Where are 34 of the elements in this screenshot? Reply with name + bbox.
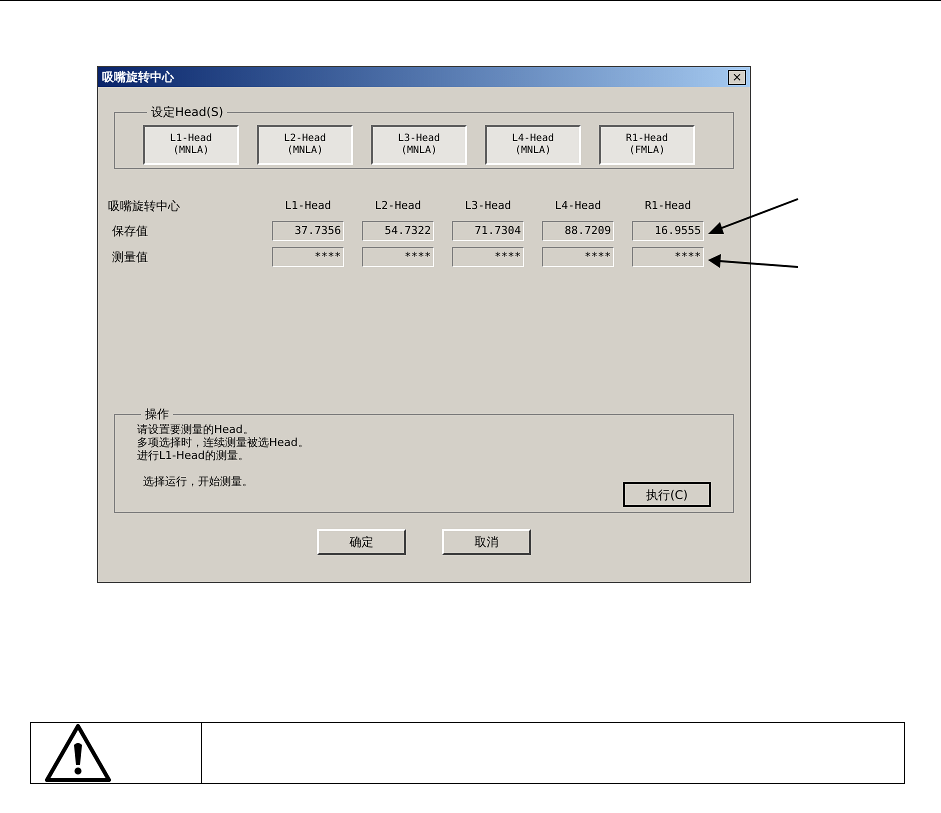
column-header: L1-Head (284, 198, 332, 214)
row-label: 测量值 (111, 249, 149, 266)
instruction-text: 选择运行，开始测量。 (143, 475, 254, 488)
column-header: L3-Head (464, 198, 512, 214)
head-button[interactable]: L3-Head (MNLA) (371, 125, 467, 165)
column-header: R1-Head (644, 198, 692, 214)
group-legend: 设定Head(S) (147, 103, 228, 121)
run-button[interactable]: 执行(C) (623, 482, 711, 507)
head-button[interactable]: R1-Head (FMLA) (599, 125, 695, 165)
row-label: 保存值 (111, 223, 149, 240)
instruction-text: 进行L1-Head的测量。 (137, 449, 250, 462)
group-legend: 操作 (141, 405, 173, 423)
dialog-button[interactable]: 确定 (317, 529, 406, 555)
instruction-text: 请设置要测量的Head。 (137, 423, 255, 436)
value-field: **** (272, 247, 344, 267)
value-field: 54.7322 (362, 221, 434, 241)
value-field: **** (452, 247, 524, 267)
dialog-button[interactable]: 取消 (442, 529, 531, 555)
value-field: **** (542, 247, 614, 267)
window-title: 吸嘴旋转中心 (102, 69, 174, 86)
value-field: 16.9555 (632, 221, 704, 241)
column-header: L2-Head (374, 198, 422, 214)
head-button[interactable]: L4-Head (MNLA) (485, 125, 581, 165)
value-field: **** (632, 247, 704, 267)
section-label: 吸嘴旋转中心 (108, 198, 181, 215)
head-button[interactable]: L1-Head (MNLA) (143, 125, 239, 165)
value-field: **** (362, 247, 434, 267)
instruction-text: 多项选择时，连续测量被选Head。 (137, 436, 310, 449)
value-field: 71.7304 (452, 221, 524, 241)
value-field: 37.7356 (272, 221, 344, 241)
head-button[interactable]: L2-Head (MNLA) (257, 125, 353, 165)
column-header: L4-Head (554, 198, 602, 214)
close-button[interactable]: × (728, 70, 746, 84)
value-field: 88.7209 (542, 221, 614, 241)
